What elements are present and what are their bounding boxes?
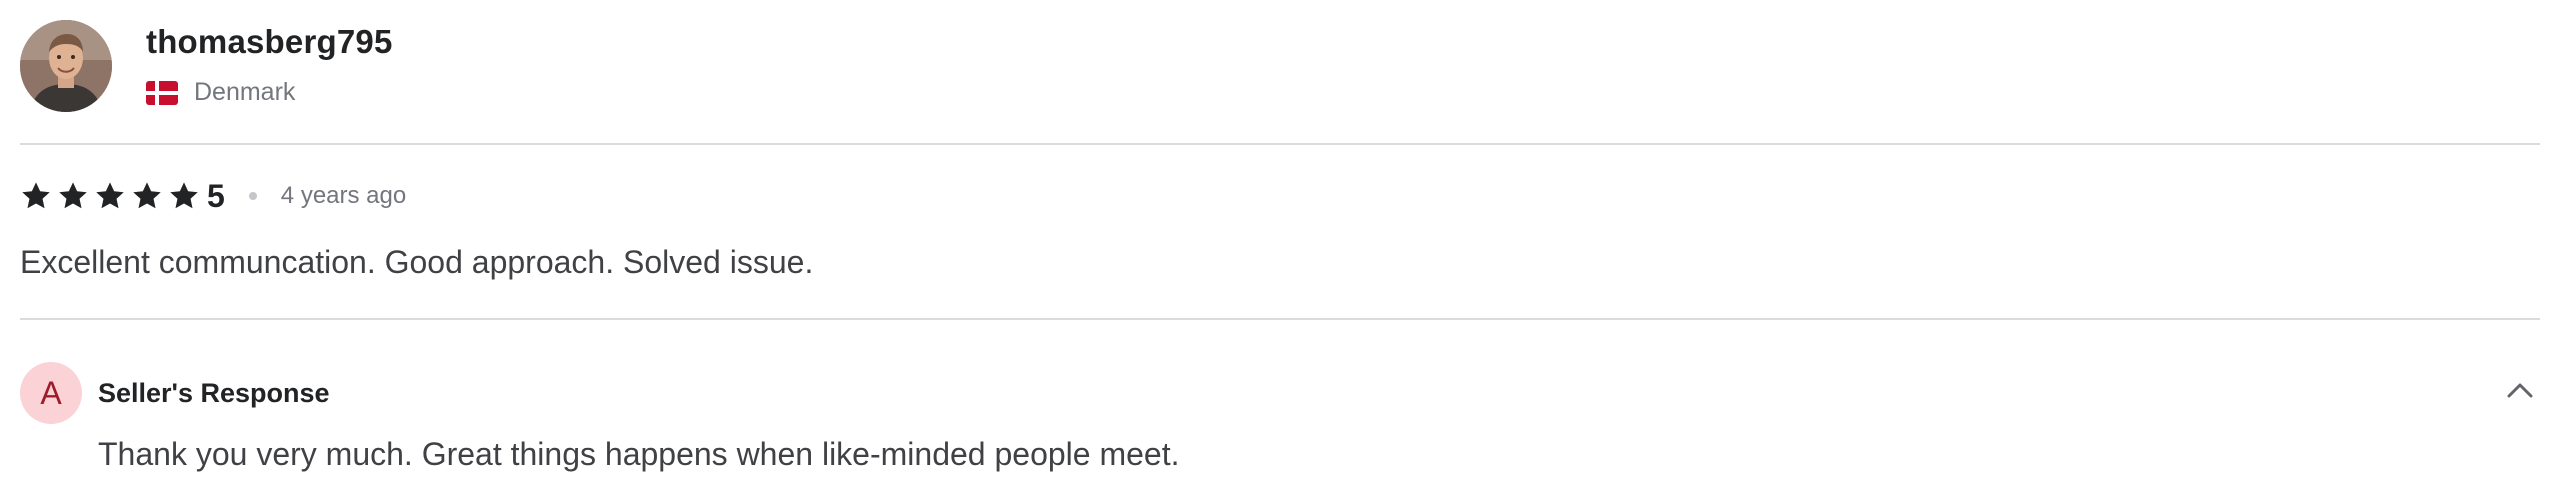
- star-icon: [131, 180, 163, 212]
- rating-value: 5: [207, 177, 225, 214]
- rating-row: 5 4 years ago: [20, 176, 406, 216]
- review-text: Excellent communcation. Good approach. S…: [20, 244, 814, 280]
- reviewer-info: thomasberg795 Denmark: [146, 20, 393, 107]
- username[interactable]: thomasberg795: [146, 22, 393, 62]
- review-card: thomasberg795 Denmark 5 4 years ago Exce…: [20, 0, 2540, 503]
- seller-response-text: Thank you very much. Great things happen…: [98, 436, 1180, 472]
- country-row: Denmark: [146, 78, 393, 107]
- divider: [20, 143, 2540, 145]
- denmark-flag-icon: [146, 80, 178, 105]
- avatar[interactable]: [20, 20, 112, 112]
- seller-avatar: A: [20, 362, 82, 424]
- reviewer-header: thomasberg795 Denmark: [20, 20, 393, 120]
- seller-response-header: A Seller's Response: [20, 362, 2540, 424]
- chevron-up-icon: [2506, 381, 2534, 404]
- star-icon: [20, 180, 52, 212]
- star-icon: [168, 180, 200, 212]
- seller-response-title: Seller's Response: [98, 377, 330, 408]
- divider: [20, 318, 2540, 320]
- star-icon: [57, 180, 89, 212]
- star-icon: [94, 180, 126, 212]
- country-name: Denmark: [194, 78, 296, 106]
- review-time: 4 years ago: [280, 182, 407, 209]
- collapse-response-button[interactable]: [2500, 372, 2540, 412]
- star-rating: [20, 180, 205, 212]
- separator-dot: [248, 192, 257, 200]
